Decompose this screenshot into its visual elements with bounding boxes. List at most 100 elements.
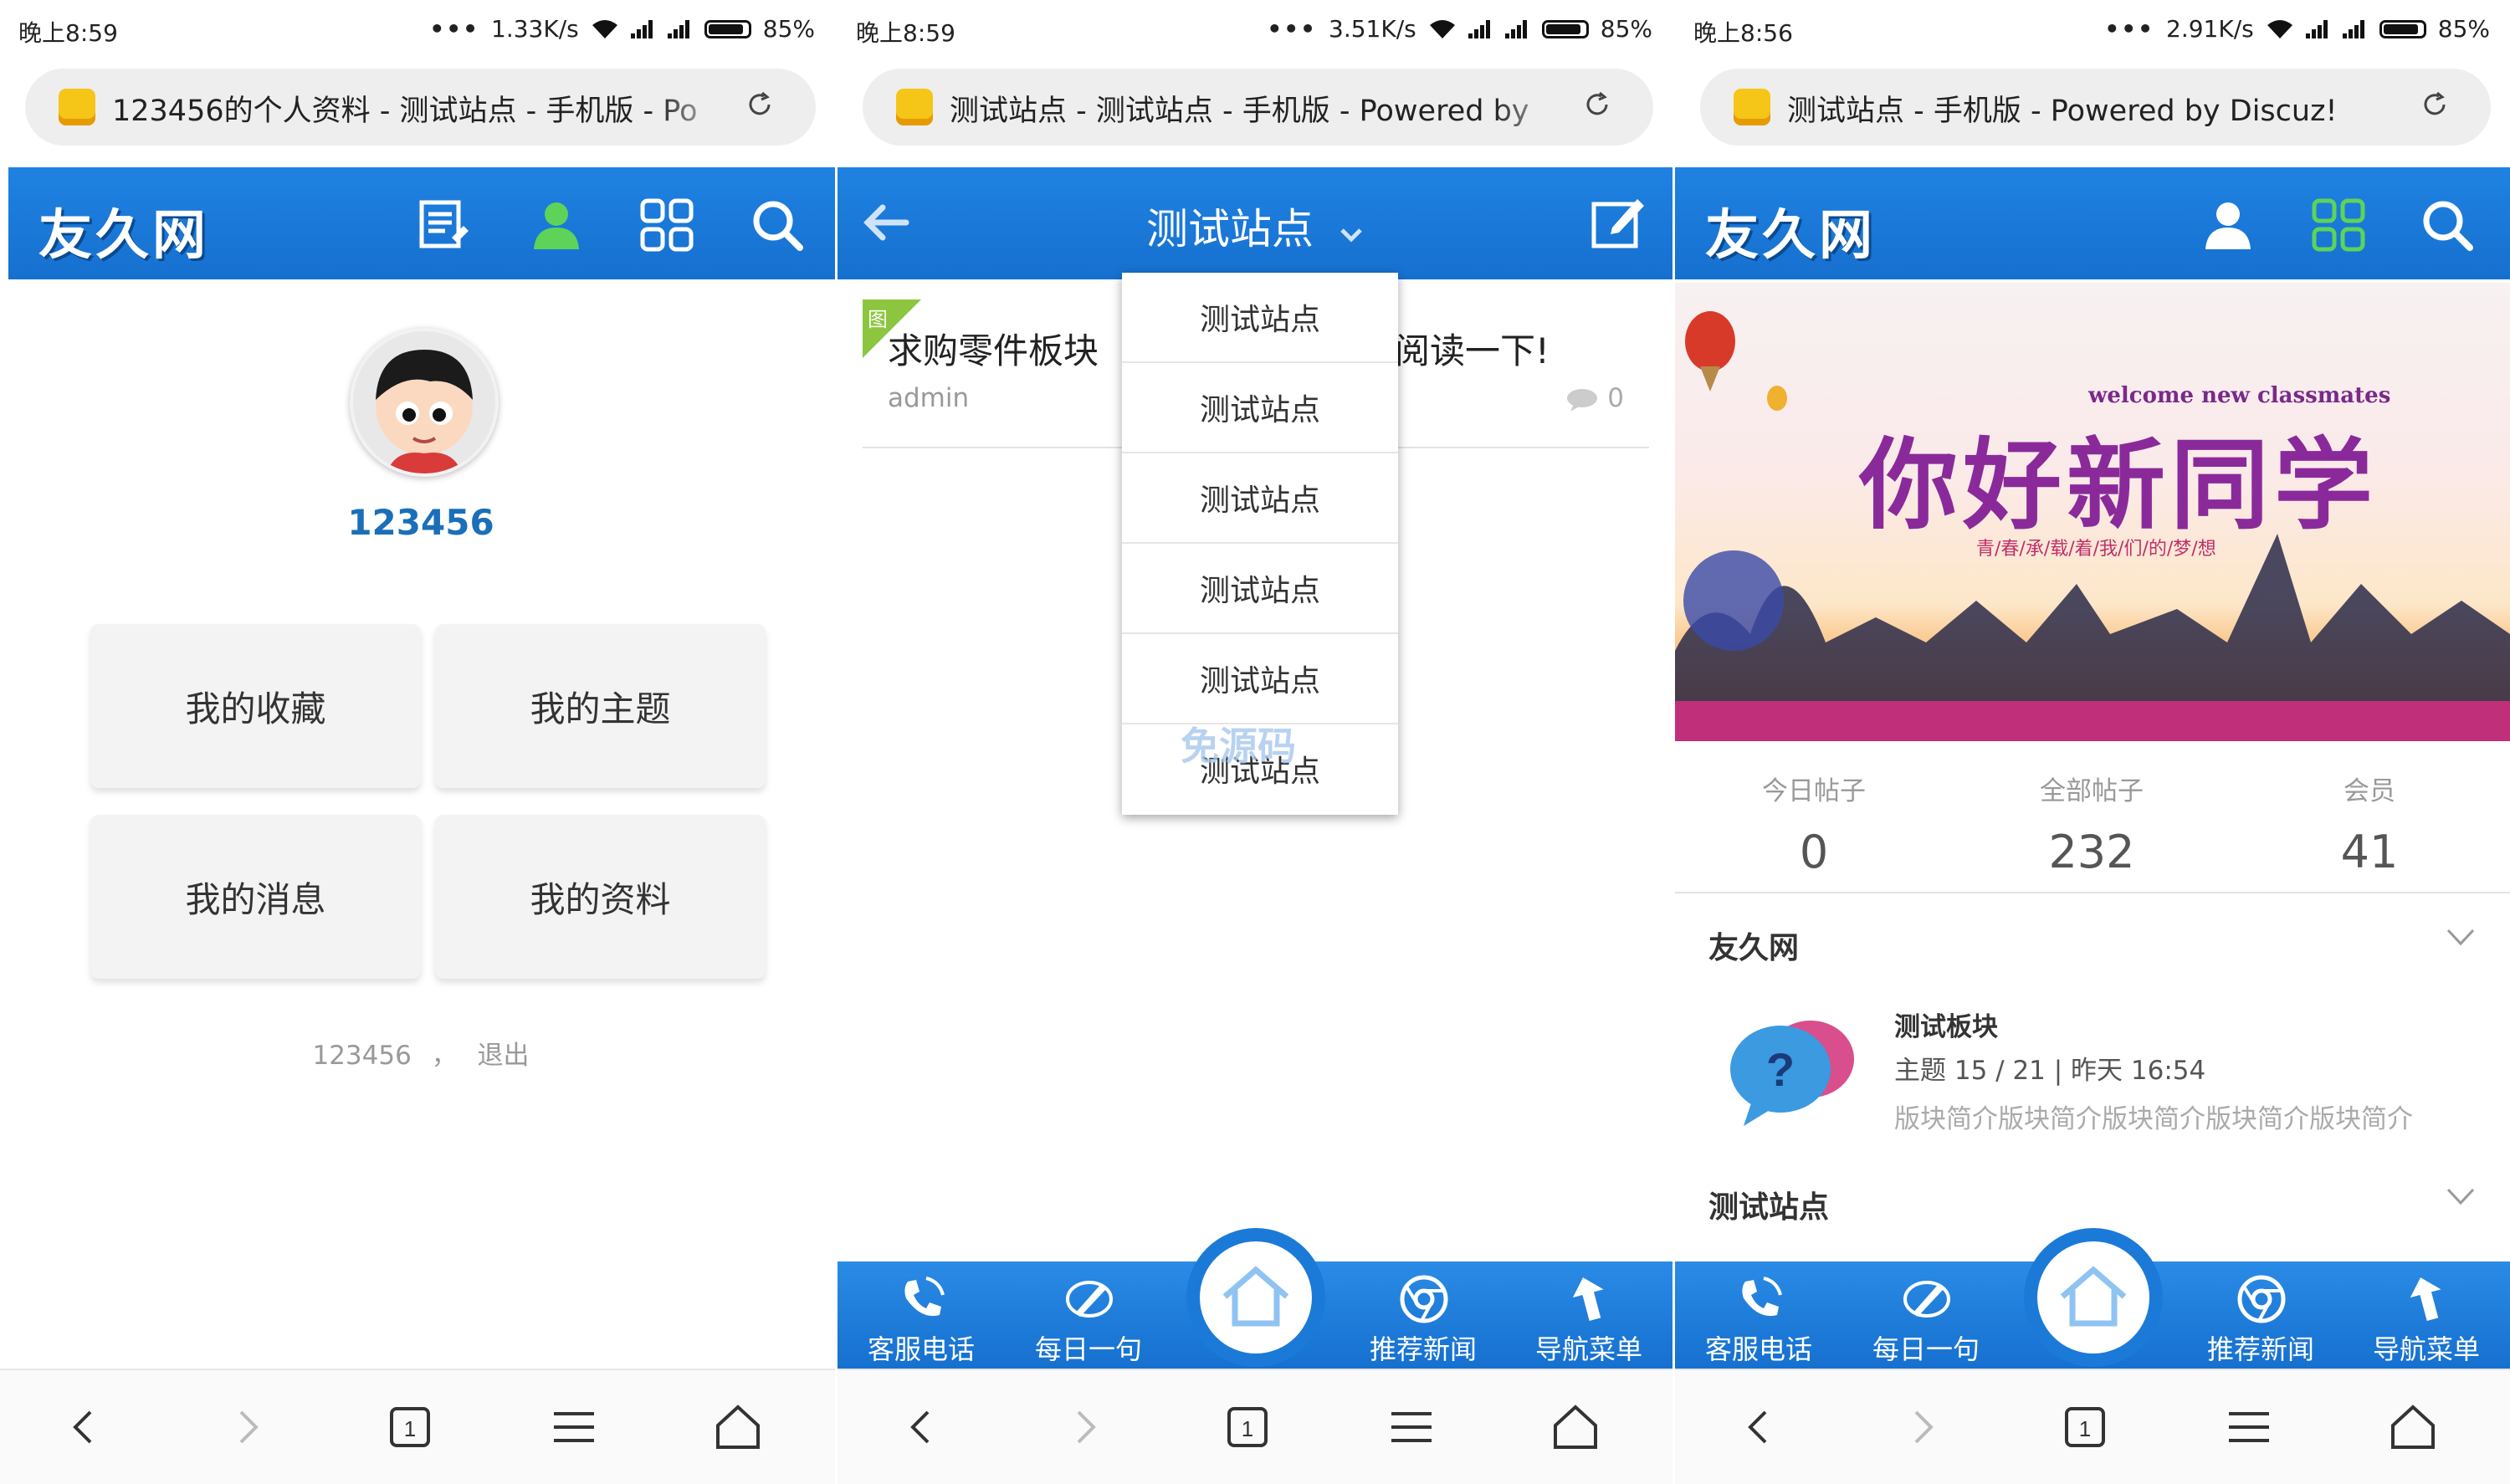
stat-total: 全部帖子 232 — [1966, 758, 2217, 878]
menu-icon[interactable] — [2224, 1402, 2274, 1452]
chevron-down-icon[interactable] — [2446, 929, 2475, 947]
stat-value: 0 — [1799, 826, 1829, 878]
welcome-banner[interactable]: welcome new classmates 你好新同学 青/春/承/载/着/我… — [1675, 283, 2510, 741]
avatar[interactable] — [350, 328, 499, 477]
address-bar[interactable]: 123456的个人资料 - 测试站点 - 手机版 - Po — [25, 69, 816, 146]
tabs-icon[interactable]: 1 — [2060, 1402, 2110, 1452]
chrome-icon — [2237, 1275, 2286, 1323]
my-favorites-button[interactable]: 我的收藏 — [90, 624, 421, 788]
bottom-label: 推荐新闻 — [2206, 1333, 2314, 1365]
site-logo[interactable]: 友久网 — [1705, 192, 1876, 269]
bottom-label: 客服电话 — [1704, 1333, 1812, 1365]
dropdown-item[interactable]: 测试站点 — [1122, 453, 1398, 544]
home-button[interactable] — [2024, 1228, 2163, 1367]
phone-icon — [904, 1277, 945, 1317]
home-icon[interactable] — [713, 1402, 763, 1452]
status-time: 晚上8:59 — [18, 19, 118, 47]
status-dots: ••• — [2104, 15, 2155, 43]
grid-icon[interactable] — [2309, 196, 2368, 254]
user-icon[interactable] — [2199, 196, 2257, 254]
back-icon[interactable] — [896, 1402, 946, 1452]
dropdown-item[interactable]: 测试站点 — [1122, 634, 1398, 724]
recommended-news-button[interactable]: 推荐新闻 — [1340, 1261, 1507, 1369]
service-phone-button[interactable]: 客服电话 — [838, 1261, 1005, 1369]
reload-icon[interactable] — [1583, 90, 1611, 119]
network-speed: 3.51K/s — [1329, 15, 1416, 43]
stat-label: 今日帖子 — [1762, 776, 1866, 806]
nav-menu-button[interactable]: 导航菜单 — [2343, 1261, 2510, 1369]
home-icon[interactable] — [1550, 1402, 1601, 1452]
stat-today: 今日帖子 0 — [1688, 758, 1939, 878]
my-messages-button[interactable]: 我的消息 — [90, 815, 421, 979]
status-dots: ••• — [1267, 15, 1318, 43]
favicon-icon — [896, 89, 933, 125]
image-tag-label: 图 — [868, 308, 888, 331]
nav-menu-button[interactable]: 导航菜单 — [1505, 1261, 1672, 1369]
forum-title[interactable]: 测试站点 — [838, 196, 1672, 256]
address-bar[interactable]: 测试站点 - 手机版 - Powered by Discuz! — [1700, 69, 2491, 146]
menu-icon[interactable] — [549, 1402, 599, 1452]
forward-icon[interactable] — [1898, 1402, 1948, 1452]
user-icon[interactable] — [527, 196, 586, 254]
phone-home: 晚上8:56 ••• 2.91K/s 85% 测试站点 - 手机版 - Powe… — [1675, 0, 2510, 1484]
watermark: 免源码 — [1181, 724, 1296, 769]
stat-label: 全部帖子 — [2040, 776, 2144, 806]
menu-icon[interactable] — [1386, 1402, 1437, 1452]
favicon-icon — [59, 89, 95, 125]
home-icon[interactable] — [2388, 1402, 2438, 1452]
bottom-label: 客服电话 — [867, 1333, 975, 1365]
site-logo[interactable]: 友久网 — [38, 192, 209, 269]
thread-author[interactable]: admin — [888, 383, 969, 413]
banner-title: 你好新同学 — [1859, 427, 2379, 543]
page-url[interactable]: 123456的个人资料 - 测试站点 - 手机版 - Po — [112, 87, 731, 130]
tabs-icon[interactable]: 1 — [1222, 1402, 1273, 1452]
daily-quote-button[interactable]: 每日一句 — [1842, 1261, 2010, 1369]
comment-icon — [1567, 388, 1598, 412]
compose-icon[interactable] — [1589, 192, 1647, 251]
address-bar[interactable]: 测试站点 - 测试站点 - 手机版 - Powered by — [863, 69, 1653, 146]
bottom-label: 导航菜单 — [1534, 1333, 1642, 1365]
thread-list-icon[interactable] — [415, 196, 474, 254]
bottom-label: 导航菜单 — [2372, 1333, 2480, 1365]
back-arrow-icon — [1572, 1277, 1604, 1321]
pen-icon — [1903, 1281, 1950, 1318]
my-profile-button[interactable]: 我的资料 — [435, 815, 766, 979]
search-icon[interactable] — [2418, 196, 2477, 254]
forward-icon[interactable] — [223, 1402, 273, 1452]
dropdown-item[interactable]: 测试站点 — [1122, 544, 1398, 634]
battery-level: 85% — [762, 15, 815, 43]
phone-forum: 晚上8:59 ••• 3.51K/s 85% 测试站点 - 测试站点 - 手机版… — [838, 0, 1672, 1484]
grid-icon[interactable] — [638, 196, 696, 254]
back-icon[interactable] — [1734, 1402, 1784, 1452]
thread-title[interactable]: 求购零件板块 — [888, 323, 1099, 374]
forum-item[interactable]: ? 测试板块 主题 15 / 21 | 昨天 16:54 版块简介版块简介版块简… — [1675, 1006, 2510, 1148]
chevron-down-icon — [1340, 228, 1362, 243]
service-phone-button[interactable]: 客服电话 — [1675, 1261, 1842, 1369]
reply-count: 0 — [1565, 383, 1624, 413]
signal-icon — [2305, 19, 2331, 38]
search-icon[interactable] — [748, 196, 807, 254]
bottom-label: 每日一句 — [1034, 1333, 1142, 1365]
my-threads-button[interactable]: 我的主题 — [435, 624, 766, 788]
chevron-down-icon[interactable] — [2446, 1188, 2475, 1206]
forward-icon[interactable] — [1060, 1402, 1110, 1452]
forum-name[interactable]: 测试板块 — [1894, 1006, 1998, 1043]
page-url[interactable]: 测试站点 - 测试站点 - 手机版 - Powered by — [950, 87, 1569, 130]
chrome-icon — [1400, 1275, 1448, 1323]
dropdown-item[interactable]: 测试站点 — [1122, 363, 1398, 453]
pen-icon — [1066, 1281, 1113, 1318]
account-username[interactable]: 123456 — [312, 1041, 411, 1071]
dropdown-item[interactable]: 测试站点 — [1122, 273, 1398, 363]
separator: ， — [431, 1041, 458, 1071]
back-icon[interactable] — [59, 1402, 109, 1452]
wifi-icon — [592, 19, 617, 38]
forum-title-text: 测试站点 — [1146, 205, 1314, 253]
logout-link[interactable]: 退出 — [478, 1041, 530, 1071]
reload-icon[interactable] — [2420, 90, 2449, 119]
recommended-news-button[interactable]: 推荐新闻 — [2177, 1261, 2344, 1369]
page-url[interactable]: 测试站点 - 手机版 - Powered by Discuz! — [1787, 87, 2406, 130]
home-button[interactable] — [1186, 1228, 1325, 1367]
daily-quote-button[interactable]: 每日一句 — [1005, 1261, 1172, 1369]
tabs-icon[interactable]: 1 — [385, 1402, 435, 1452]
reload-icon[interactable] — [745, 90, 774, 119]
